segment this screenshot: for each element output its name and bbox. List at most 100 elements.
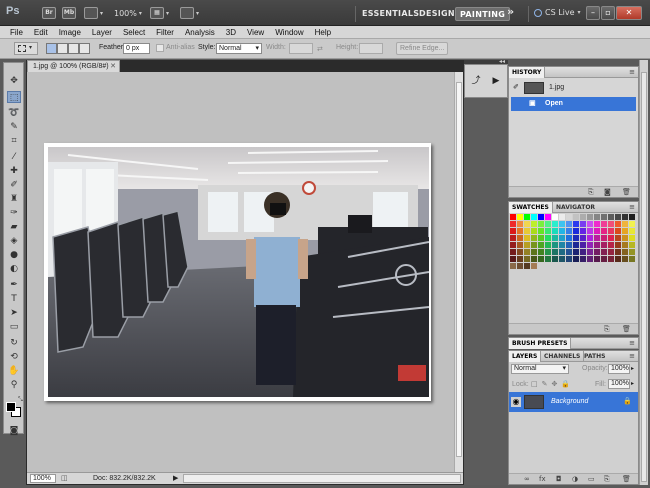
blend-mode-select[interactable]: Normal ▾ bbox=[511, 364, 569, 374]
color-swatch[interactable] bbox=[538, 214, 544, 220]
color-swatch[interactable] bbox=[559, 214, 565, 220]
color-swatch[interactable] bbox=[531, 228, 537, 234]
horizontal-scrollbar[interactable] bbox=[183, 474, 461, 483]
color-swatch[interactable] bbox=[524, 221, 530, 227]
color-swatch[interactable] bbox=[517, 228, 523, 234]
new-swatch-icon[interactable]: ⎘ bbox=[604, 325, 610, 334]
color-swatch[interactable] bbox=[587, 235, 593, 241]
color-swatch[interactable] bbox=[517, 214, 523, 220]
menu-layer[interactable]: Layer bbox=[92, 28, 112, 37]
tab-paths[interactable]: PATHS bbox=[581, 351, 608, 362]
color-swatch[interactable] bbox=[615, 214, 621, 220]
actions-icon[interactable]: ▶ bbox=[489, 74, 503, 88]
create-snapshot-icon[interactable]: ◙ bbox=[604, 188, 611, 196]
color-swatch[interactable] bbox=[524, 228, 530, 234]
swap-dimensions-icon[interactable]: ⇄ bbox=[317, 45, 323, 53]
color-swatch[interactable] bbox=[587, 242, 593, 248]
tool-preset-picker[interactable]: ▾ bbox=[14, 42, 38, 55]
color-swatch[interactable] bbox=[580, 256, 586, 262]
intersect-selection-button[interactable] bbox=[79, 43, 90, 54]
status-zoom-field[interactable]: 100% bbox=[30, 474, 56, 483]
color-swatch[interactable] bbox=[545, 242, 551, 248]
hand-tool-icon[interactable]: ✋ bbox=[7, 365, 21, 377]
minimize-button[interactable]: – bbox=[586, 6, 600, 20]
color-swatch[interactable] bbox=[573, 235, 579, 241]
color-swatch[interactable] bbox=[524, 263, 530, 269]
layer-name[interactable]: Background bbox=[551, 398, 588, 405]
type-tool-icon[interactable]: T bbox=[7, 293, 21, 305]
color-swatch[interactable] bbox=[594, 221, 600, 227]
color-swatch[interactable] bbox=[566, 221, 572, 227]
close-document-icon[interactable]: ✕ bbox=[110, 61, 116, 72]
add-mask-icon[interactable]: ◘ bbox=[556, 475, 562, 483]
lock-options-icons[interactable]: □✎✥🔒 bbox=[531, 380, 574, 388]
layer-visibility-eye-icon[interactable]: ◉ bbox=[511, 397, 521, 407]
rectangle-tool-icon[interactable]: ▭ bbox=[7, 321, 21, 333]
height-input[interactable] bbox=[359, 43, 383, 54]
color-swatch[interactable] bbox=[552, 256, 558, 262]
gym-photo[interactable] bbox=[48, 147, 429, 397]
3d-rotate-tool-icon[interactable]: ↻ bbox=[7, 337, 21, 349]
color-swatch[interactable] bbox=[601, 214, 607, 220]
panel-menu-icon[interactable]: ≡ bbox=[629, 68, 635, 76]
link-layers-icon[interactable]: ∞ bbox=[524, 475, 530, 483]
workspace-painting[interactable]: PAINTING bbox=[455, 7, 511, 21]
menu-image[interactable]: Image bbox=[59, 28, 81, 37]
dodge-tool-icon[interactable]: ◐ bbox=[7, 263, 21, 275]
swap-colors-icon[interactable]: ⤡ bbox=[18, 396, 23, 404]
more-workspaces-button[interactable]: » bbox=[503, 5, 518, 19]
color-swatch[interactable] bbox=[608, 214, 614, 220]
color-swatch[interactable] bbox=[608, 256, 614, 262]
tab-navigator[interactable]: NAVIGATOR bbox=[553, 202, 598, 213]
width-input[interactable] bbox=[289, 43, 313, 54]
layer-style-icon[interactable]: fx bbox=[539, 475, 546, 483]
swatch-grid[interactable] bbox=[510, 214, 638, 276]
color-swatch[interactable] bbox=[538, 256, 544, 262]
new-layer-icon[interactable]: ⎘ bbox=[604, 475, 610, 484]
color-swatch[interactable] bbox=[580, 235, 586, 241]
color-swatch[interactable] bbox=[566, 249, 572, 255]
lasso-tool-icon[interactable]: ➰ bbox=[7, 107, 21, 119]
vertical-scrollbar[interactable] bbox=[454, 72, 463, 472]
color-swatch[interactable] bbox=[531, 214, 537, 220]
color-swatch[interactable] bbox=[580, 228, 586, 234]
color-swatch[interactable] bbox=[594, 249, 600, 255]
delete-icon[interactable]: 🗑 bbox=[622, 188, 631, 196]
menu-edit[interactable]: Edit bbox=[34, 28, 48, 37]
delete-icon[interactable]: 🗑 bbox=[622, 475, 631, 483]
color-swatch[interactable] bbox=[524, 256, 530, 262]
panel-scroll-thumb[interactable] bbox=[641, 72, 647, 482]
color-swatch[interactable] bbox=[510, 214, 516, 220]
color-swatch[interactable] bbox=[510, 228, 516, 234]
scroll-thumb[interactable] bbox=[456, 82, 462, 457]
color-swatch[interactable] bbox=[629, 242, 635, 248]
clone-stamp-tool-icon[interactable]: ♜ bbox=[7, 193, 21, 205]
color-swatch[interactable] bbox=[573, 242, 579, 248]
color-swatch[interactable] bbox=[538, 249, 544, 255]
menu-file[interactable]: File bbox=[10, 28, 23, 37]
close-button[interactable]: ✕ bbox=[616, 6, 642, 20]
color-swatch[interactable] bbox=[524, 249, 530, 255]
color-swatch[interactable] bbox=[608, 242, 614, 248]
color-swatch[interactable] bbox=[566, 256, 572, 262]
panel-menu-icon[interactable]: ≡ bbox=[629, 352, 635, 360]
color-swatch[interactable] bbox=[517, 256, 523, 262]
color-swatch[interactable] bbox=[559, 242, 565, 248]
color-swatch[interactable] bbox=[580, 214, 586, 220]
color-swatch[interactable] bbox=[594, 256, 600, 262]
color-swatch[interactable] bbox=[517, 242, 523, 248]
color-swatch[interactable] bbox=[545, 256, 551, 262]
color-swatch[interactable] bbox=[517, 221, 523, 227]
color-swatch[interactable] bbox=[622, 242, 628, 248]
color-swatch[interactable] bbox=[615, 221, 621, 227]
color-swatch[interactable] bbox=[552, 228, 558, 234]
workspace-design[interactable]: DESIGN bbox=[415, 7, 459, 21]
arrange-documents-button[interactable]: ▦ ▾ bbox=[150, 6, 169, 20]
color-swatch[interactable] bbox=[573, 256, 579, 262]
color-swatch[interactable] bbox=[615, 235, 621, 241]
color-swatch[interactable] bbox=[510, 221, 516, 227]
color-swatch[interactable] bbox=[531, 242, 537, 248]
color-swatch[interactable] bbox=[601, 256, 607, 262]
color-swatch[interactable] bbox=[608, 235, 614, 241]
menu-help[interactable]: Help bbox=[315, 28, 331, 37]
